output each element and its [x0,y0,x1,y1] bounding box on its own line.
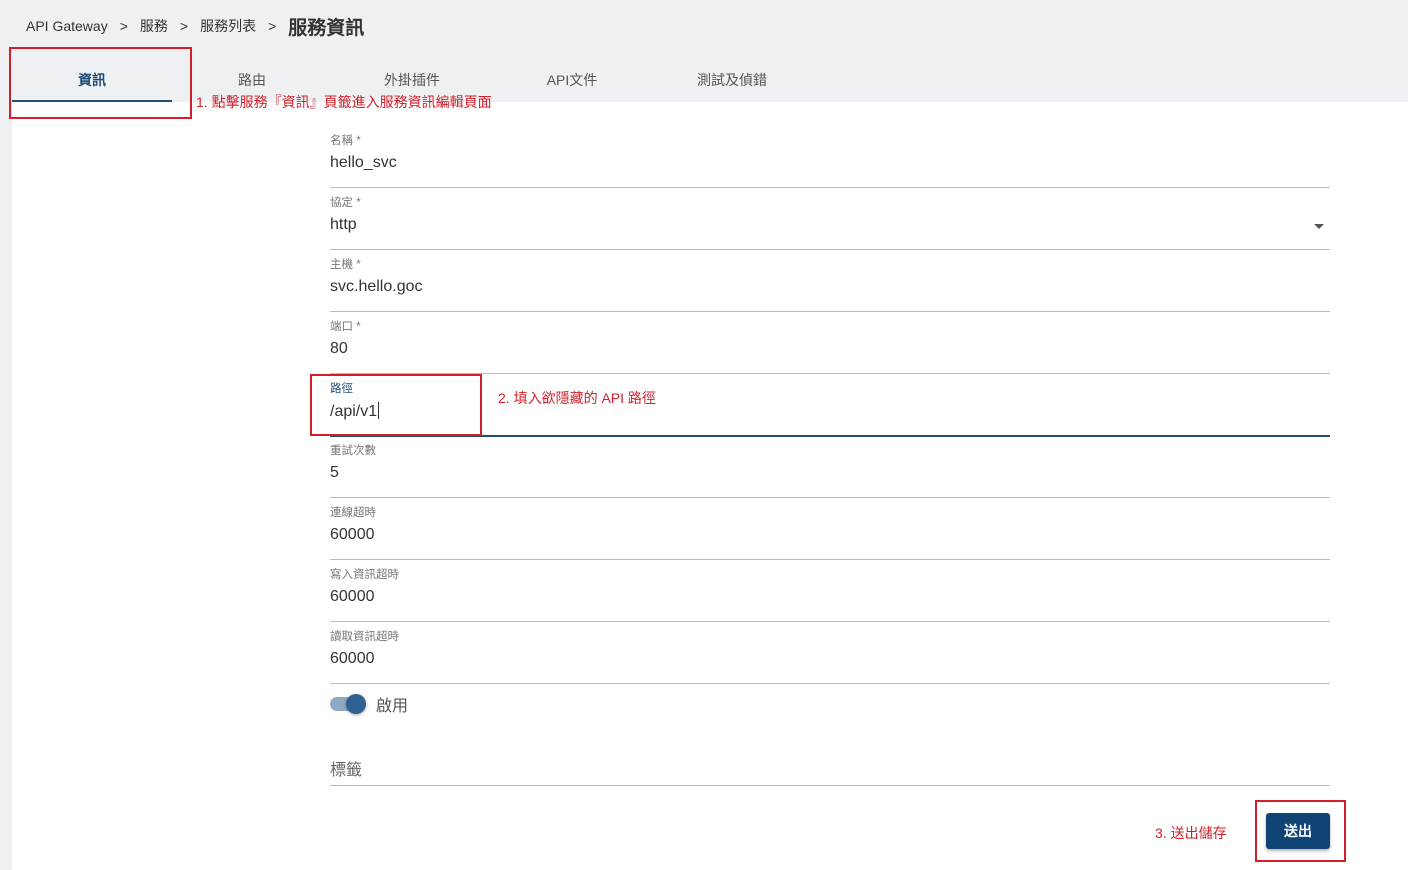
service-info-form: 名稱 * hello_svc 協定 * http 主機 * svc.hello.… [12,102,1408,870]
breadcrumb-separator: > [179,18,189,34]
path-input[interactable]: /api/v1 [330,402,380,421]
protocol-select[interactable]: 協定 * http [330,194,1330,250]
toggle-thumb[interactable] [346,694,366,714]
port-field[interactable]: 端口 * 80 [330,318,1330,374]
host-input[interactable]: svc.hello.goc [330,278,423,296]
write-timeout-label: 寫入資訊超時 [330,569,399,581]
breadcrumb-api-gateway[interactable]: API Gateway [26,18,108,34]
read-timeout-field[interactable]: 讀取資訊超時 60000 [330,628,1330,684]
read-timeout-input[interactable]: 60000 [330,650,375,668]
read-timeout-label: 讀取資訊超時 [330,631,399,643]
port-input[interactable]: 80 [330,340,348,358]
tags-field[interactable]: 標籤 [330,752,1330,786]
text-cursor [378,402,380,419]
retries-input[interactable]: 5 [330,464,339,482]
annotation-step1: 1. 點擊服務『資訊』頁籤進入服務資訊編輯頁面 [196,94,492,110]
path-input-text: /api/v1 [330,403,378,420]
breadcrumb-separator: > [119,18,128,34]
write-timeout-field[interactable]: 寫入資訊超時 60000 [330,566,1330,622]
protocol-label: 協定 * [330,197,361,209]
breadcrumb-services[interactable]: 服務 [140,16,168,36]
retries-field[interactable]: 重試次數 5 [330,442,1330,498]
annotation-step3: 3. 送出儲存 [1155,825,1227,841]
dropdown-arrow-icon[interactable] [1314,224,1324,229]
enabled-toggle-row: 啟用 [330,692,408,716]
host-label: 主機 * [330,259,361,271]
protocol-value[interactable]: http [330,216,357,234]
name-field[interactable]: 名稱 * hello_svc [330,132,1330,188]
breadcrumb: API Gateway > 服務 > 服務列表 > 服務資訊 [26,12,364,40]
tab-info[interactable]: 資訊 [12,58,172,102]
port-label: 端口 * [330,321,361,333]
connect-timeout-input[interactable]: 60000 [330,526,375,544]
connect-timeout-label: 連線超時 [330,507,376,519]
path-field[interactable]: 路徑 /api/v1 [330,380,1330,437]
enabled-label: 啟用 [376,698,409,715]
tab-test-debug[interactable]: 測試及偵錯 [652,58,812,102]
enabled-toggle[interactable] [330,694,366,714]
submit-button[interactable]: 送出 [1266,813,1330,849]
tags-placeholder: 標籤 [330,762,363,779]
host-field[interactable]: 主機 * svc.hello.goc [330,256,1330,312]
page-title: 服務資訊 [288,17,365,39]
breadcrumb-separator: > [268,18,277,34]
connect-timeout-field[interactable]: 連線超時 60000 [330,504,1330,560]
path-label: 路徑 [330,383,353,395]
tab-api-docs[interactable]: API文件 [492,58,652,102]
write-timeout-input[interactable]: 60000 [330,588,375,606]
retries-label: 重試次數 [330,445,376,457]
name-label: 名稱 * [330,135,361,147]
breadcrumb-service-list[interactable]: 服務列表 [200,16,256,36]
name-input[interactable]: hello_svc [330,154,397,172]
annotation-step2: 2. 填入欲隱藏的 API 路徑 [498,390,656,406]
